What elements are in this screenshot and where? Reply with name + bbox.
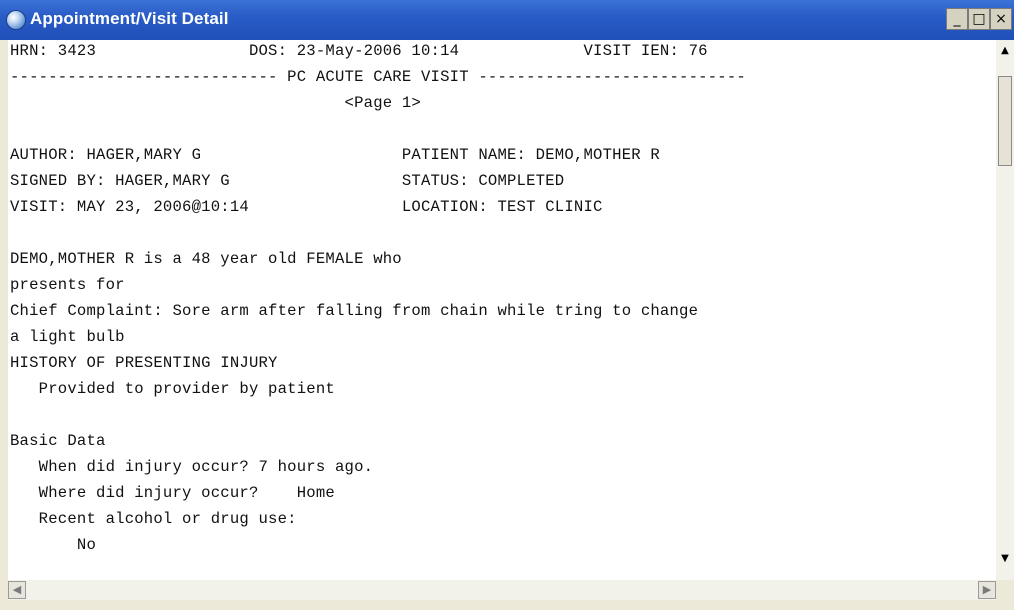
horizontal-scrollbar[interactable]: ◀ ▶ [8, 580, 996, 600]
scroll-down-icon[interactable]: ▼ [996, 550, 1014, 568]
scroll-left-icon[interactable]: ◀ [8, 581, 26, 599]
report-line: <Page 1> [10, 94, 421, 112]
report-line: When did injury occur? 7 hours ago. [10, 458, 374, 476]
title-bar[interactable]: Appointment/Visit Detail _ □ × [0, 0, 1014, 40]
report-line: Recent alcohol or drug use: [10, 510, 297, 528]
window-title: Appointment/Visit Detail [30, 9, 229, 28]
report-line: a light bulb [10, 328, 125, 346]
report-line: AUTHOR: HAGER,MARY G PATIENT NAME: DEMO,… [10, 146, 660, 164]
app-globe-icon [6, 10, 26, 30]
vertical-scroll-thumb[interactable] [998, 76, 1012, 166]
status-bar [0, 600, 1014, 610]
report-line: HRN: 3423 DOS: 23-May-2006 10:14 VISIT I… [10, 42, 708, 60]
report-line: presents for [10, 276, 125, 294]
report-line: Provided to provider by patient [10, 380, 335, 398]
visit-report-text[interactable]: HRN: 3423 DOS: 23-May-2006 10:14 VISIT I… [8, 40, 996, 580]
report-line: ---------------------------- PC ACUTE CA… [10, 68, 746, 86]
report-line: Chief Complaint: Sore arm after falling … [10, 302, 699, 320]
maximize-icon[interactable]: □ [968, 8, 990, 30]
report-line: HISTORY OF PRESENTING INJURY [10, 354, 278, 372]
report-line: SIGNED BY: HAGER,MARY G STATUS: COMPLETE… [10, 172, 565, 190]
scroll-up-icon[interactable]: ▲ [996, 42, 1014, 60]
minimize-icon[interactable]: _ [946, 8, 968, 30]
report-line: VISIT: MAY 23, 2006@10:14 LOCATION: TEST… [10, 198, 603, 216]
report-line: Basic Data [10, 432, 106, 450]
vertical-scrollbar[interactable]: ▲ ▼ [996, 40, 1014, 580]
report-line: Where did injury occur? Home [10, 484, 335, 502]
report-line: DEMO,MOTHER R is a 48 year old FEMALE wh… [10, 250, 402, 268]
close-icon[interactable]: × [990, 8, 1012, 30]
report-line: No [10, 536, 97, 554]
scroll-right-icon[interactable]: ▶ [978, 581, 996, 599]
appointment-visit-window: Appointment/Visit Detail _ □ × HRN: 3423… [0, 0, 1014, 610]
